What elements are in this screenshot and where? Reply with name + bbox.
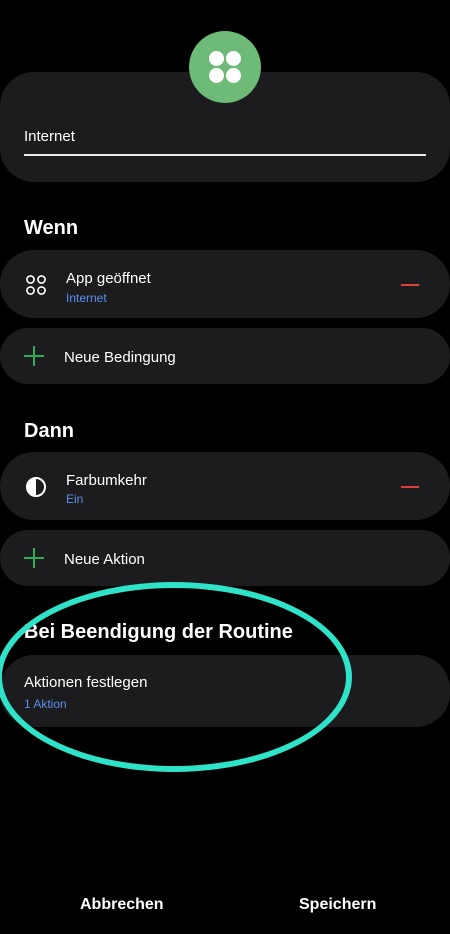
add-action-label: Neue Aktion <box>64 551 145 568</box>
then-section-title: Dann <box>24 420 74 442</box>
apps-icon <box>26 275 46 295</box>
remove-action-button[interactable] <box>401 486 419 488</box>
plus-icon <box>24 346 44 366</box>
end-actions-subtitle: 1 Aktion <box>24 697 67 711</box>
invert-colors-icon <box>26 477 46 497</box>
routine-name-input[interactable]: Internet <box>24 128 75 145</box>
cancel-button[interactable]: Abbrechen <box>80 896 164 914</box>
grid-dot-icon <box>209 68 224 83</box>
grid-dot-icon <box>209 51 224 66</box>
grid-dot-icon <box>226 68 241 83</box>
routine-icon-button[interactable] <box>189 31 261 103</box>
save-button[interactable]: Speichern <box>299 896 376 914</box>
condition-title: App geöffnet <box>66 270 151 287</box>
routine-name-underline <box>24 154 426 156</box>
remove-condition-button[interactable] <box>401 284 419 286</box>
end-section-title: Bei Beendigung der Routine <box>24 621 293 643</box>
add-condition-label: Neue Bedingung <box>64 349 176 366</box>
if-section-title: Wenn <box>24 217 79 239</box>
action-subtitle: Ein <box>66 492 84 506</box>
condition-subtitle: Internet <box>66 291 107 305</box>
action-title: Farbumkehr <box>66 472 147 489</box>
plus-icon <box>24 548 44 568</box>
end-actions-title: Aktionen festlegen <box>24 674 148 691</box>
grid-dot-icon <box>226 51 241 66</box>
end-actions-item[interactable] <box>0 655 450 727</box>
